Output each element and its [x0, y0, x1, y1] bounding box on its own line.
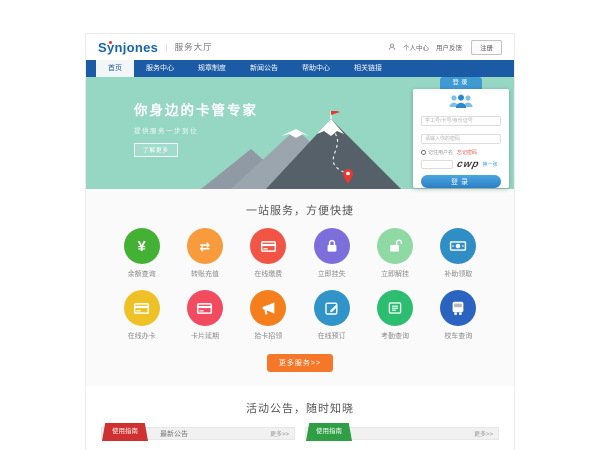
service-item[interactable]: 立即挂失 [300, 228, 363, 279]
service-item[interactable]: ¥ 余额查询 [110, 228, 173, 279]
tab-latest-announcements[interactable]: 最新公告 [160, 429, 188, 439]
megaphone-icon [260, 300, 277, 317]
service-label: 在线预订 [300, 331, 363, 341]
bank-card-icon [196, 300, 213, 317]
service-circle[interactable] [124, 290, 160, 326]
service-label: 校车查询 [427, 331, 490, 341]
bank-card-icon [260, 238, 277, 255]
service-label: 补助领取 [427, 269, 490, 279]
service-label: 卡片延期 [173, 331, 236, 341]
username-input[interactable] [421, 116, 501, 126]
register-button[interactable]: 注册 [471, 40, 502, 55]
service-circle[interactable] [314, 290, 350, 326]
service-label: 余额查询 [110, 269, 173, 279]
service-circle[interactable] [314, 228, 350, 264]
service-label: 转账充值 [173, 269, 236, 279]
person-icon [388, 43, 396, 51]
login-submit-button[interactable]: 登录 [421, 175, 501, 188]
service-circle[interactable] [250, 290, 286, 326]
service-item[interactable]: 考勤查询 [363, 290, 426, 341]
site-window: Synjones | 服务大厅 个人中心 用户反馈 注册 首页服务中心规章制度新… [85, 33, 515, 450]
login-tab[interactable]: 登录 [440, 77, 482, 89]
ribbon-tab-guide[interactable]: 使用指南 [306, 423, 352, 441]
nav-item-1[interactable]: 服务中心 [134, 60, 186, 77]
more-link-left[interactable]: 更多>> [270, 429, 294, 438]
edit-icon [324, 300, 340, 316]
service-item[interactable]: 在线预订 [300, 290, 363, 341]
announcement-panels: 使用指南 最新公告 更多>> 使用指南 更多>> [86, 427, 514, 440]
banknote-icon [449, 237, 467, 255]
announcement-panel-left: 使用指南 最新公告 更多>> [101, 427, 295, 440]
more-link-right[interactable]: 更多>> [474, 429, 498, 438]
service-item[interactable]: 在线办卡 [110, 290, 173, 341]
nav-item-2[interactable]: 规章制度 [186, 60, 238, 77]
service-circle[interactable] [250, 228, 286, 264]
users-group-icon [446, 94, 476, 109]
unlock-icon [387, 238, 403, 254]
site-name: 服务大厅 [175, 41, 213, 53]
remember-checkbox[interactable] [421, 150, 426, 155]
transfer-icon: ⇄ [200, 240, 211, 253]
service-label: 拾卡招领 [237, 331, 300, 341]
panel-tab-bar: 使用指南 最新公告 更多>> [101, 427, 295, 440]
announcements-section: 活动公告，随时知晓 使用指南 最新公告 更多>> 使用指南 更多>> [86, 386, 514, 440]
service-item[interactable]: ⇄ 转账充值 [173, 228, 236, 279]
service-item[interactable]: 卡片延期 [173, 290, 236, 341]
service-circle[interactable] [377, 228, 413, 264]
nav-item-4[interactable]: 帮助中心 [290, 60, 342, 77]
service-circle[interactable] [377, 290, 413, 326]
bank-card-icon [133, 300, 150, 317]
nav-item-0[interactable]: 首页 [96, 60, 134, 77]
remember-row: 记住用户名 忘记密码 [421, 149, 501, 156]
panel-tab-bar: 使用指南 更多>> [305, 427, 499, 440]
remember-label: 记住用户名 [428, 149, 453, 156]
announcement-panel-right: 使用指南 更多>> [305, 427, 499, 440]
logo-red-dot [109, 41, 112, 44]
service-label: 考勤查询 [363, 331, 426, 341]
captcha-image[interactable]: cwp [456, 159, 481, 170]
services-section: 一站服务，方便快捷 ¥ 余额查询 ⇄ 转账充值 在线缴费 立即挂失 立即解挂 补… [86, 189, 514, 386]
service-label: 在线缴费 [237, 269, 300, 279]
service-circle[interactable] [187, 290, 223, 326]
login-form: 记住用户名 忘记密码 cwp 换一张 登录 [413, 89, 509, 188]
service-item[interactable]: 立即解挂 [363, 228, 426, 279]
header-divider: | [165, 42, 167, 52]
hero-cta-button[interactable]: 了解更多 [134, 143, 178, 157]
more-services-button[interactable]: 更多服务>> [267, 354, 333, 372]
list-icon [387, 300, 403, 316]
forgot-password-link[interactable]: 忘记密码 [457, 149, 477, 156]
service-circle[interactable]: ⇄ [187, 228, 223, 264]
login-panel: 登录 记住用户名 忘记密码 [413, 77, 509, 188]
service-item[interactable]: 校车查询 [427, 290, 490, 341]
main-nav: 首页服务中心规章制度新闻公告帮助中心相关链接 [86, 60, 514, 77]
service-circle[interactable]: ¥ [124, 228, 160, 264]
bus-icon [450, 300, 466, 316]
service-label: 立即解挂 [363, 269, 426, 279]
captcha-refresh-link[interactable]: 换一张 [482, 161, 497, 168]
services-grid: ¥ 余额查询 ⇄ 转账充值 在线缴费 立即挂失 立即解挂 补助领取 在线办卡 [86, 228, 514, 341]
captcha-row: cwp 换一张 [421, 159, 501, 170]
captcha-input[interactable] [421, 160, 453, 169]
service-label: 在线办卡 [110, 331, 173, 341]
service-label: 立即挂失 [300, 269, 363, 279]
password-input[interactable] [421, 134, 501, 144]
mountain-illustration [196, 111, 411, 189]
hero-banner: 你身边的卡管专家 提供服务一步到位 了解更多 登录 [86, 77, 514, 189]
brand-logo[interactable]: Synjones [98, 40, 158, 55]
services-title: 一站服务，方便快捷 [86, 202, 514, 218]
service-item[interactable]: 拾卡招领 [237, 290, 300, 341]
nav-item-5[interactable]: 相关链接 [342, 60, 394, 77]
announcements-title: 活动公告，随时知晓 [86, 400, 514, 416]
service-item[interactable]: 补助领取 [427, 228, 490, 279]
header-link-user-feedback[interactable]: 用户反馈 [436, 42, 462, 52]
yen-icon: ¥ [137, 239, 145, 254]
top-header: Synjones | 服务大厅 个人中心 用户反馈 注册 [86, 34, 514, 60]
service-circle[interactable] [440, 290, 476, 326]
lock-icon [324, 238, 340, 254]
service-item[interactable]: 在线缴费 [237, 228, 300, 279]
header-link-personal-center[interactable]: 个人中心 [403, 42, 429, 52]
ribbon-tab-guide[interactable]: 使用指南 [102, 423, 148, 441]
service-circle[interactable] [440, 228, 476, 264]
nav-item-3[interactable]: 新闻公告 [238, 60, 290, 77]
